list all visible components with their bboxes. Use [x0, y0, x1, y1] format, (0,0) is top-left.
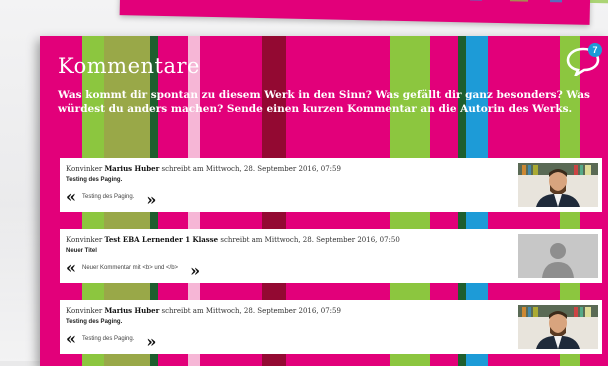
comment-item: Konvinker Test EBA Lernender 1 Klasse sc…	[60, 229, 602, 283]
quote-close-icon: »	[146, 190, 157, 209]
comment-title: Testing des Paging.	[66, 319, 123, 325]
comments-header: Kommentare Was kommt dir spontan zu dies…	[58, 54, 598, 116]
comment-item: Konvinker Marius Huber schreibt am Mittw…	[60, 300, 602, 354]
comments-card: Kommentare Was kommt dir spontan zu dies…	[40, 36, 608, 366]
comment-author[interactable]: Test EBA Lernender 1 Klasse	[104, 235, 218, 244]
quote-open-icon: «	[66, 187, 76, 206]
comments-button[interactable]: 7	[566, 43, 602, 79]
comment-text: Testing des Paging.	[82, 194, 135, 200]
quote-open-icon: «	[66, 258, 76, 277]
quote-close-icon: »	[146, 332, 157, 351]
comment-text: Neuer Kommentar mit <b> und </b>	[82, 265, 179, 271]
comment-body: « Neuer Kommentar mit <b> und </b> »	[66, 258, 201, 280]
comment-meta: Konvinker Marius Huber schreibt am Mittw…	[66, 164, 341, 173]
comment-meta: Konvinker Test EBA Lernender 1 Klasse sc…	[66, 235, 400, 244]
avatar[interactable]	[518, 305, 598, 349]
avatar[interactable]	[518, 163, 598, 207]
comment-text: Testing des Paging.	[82, 336, 135, 342]
comment-body: « Testing des Paging. »	[66, 187, 157, 209]
intro-text: Was kommt dir spontan zu diesem Werk in …	[58, 89, 590, 115]
page-title: Kommentare	[58, 54, 200, 78]
comment-title: Testing des Paging.	[66, 177, 123, 183]
comment-count-badge: 7	[588, 43, 602, 57]
quote-open-icon: «	[66, 329, 76, 348]
comment-meta: Konvinker Marius Huber schreibt am Mittw…	[66, 306, 341, 315]
comment-item: Konvinker Marius Huber schreibt am Mittw…	[60, 158, 602, 212]
avatar[interactable]	[518, 234, 598, 278]
comment-title: Neuer Titel	[66, 248, 97, 254]
comment-author[interactable]: Marius Huber	[104, 164, 159, 173]
comment-body: « Testing des Paging. »	[66, 329, 157, 351]
quote-close-icon: »	[190, 261, 201, 280]
comment-author[interactable]: Marius Huber	[104, 306, 159, 315]
